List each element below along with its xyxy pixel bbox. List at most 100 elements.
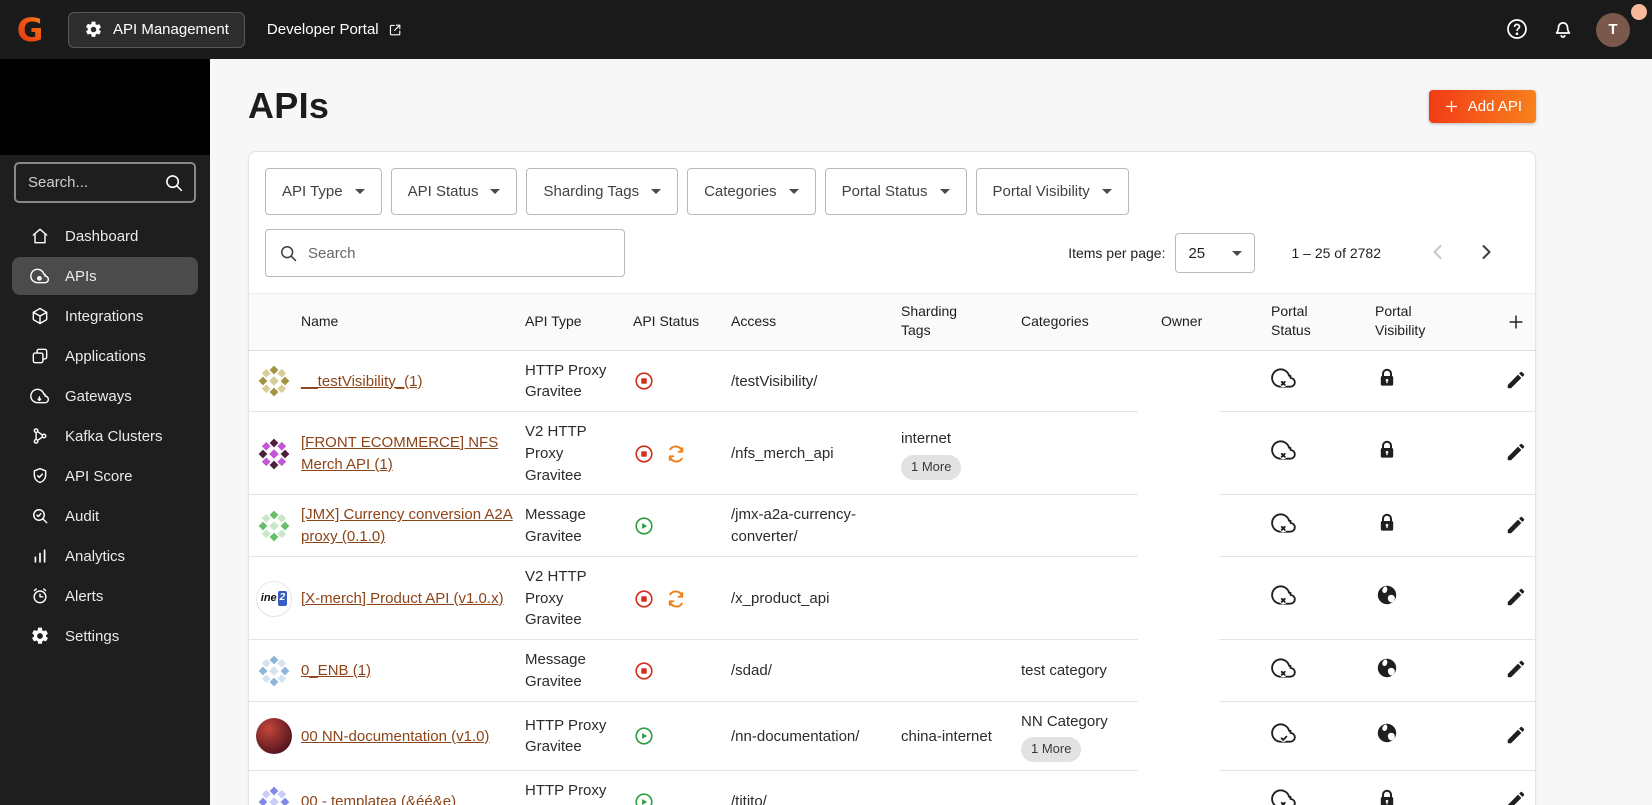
help-button[interactable] (1504, 17, 1530, 43)
api-name-link[interactable]: [JMX] Currency conversion A2A proxy (0.1… (301, 506, 513, 545)
user-avatar[interactable]: T (1596, 12, 1630, 47)
table-body: __testVisibility_(1) HTTP Proxy Gravitee/t… (249, 351, 1535, 805)
api-name-cell: 00 - templatea (&éé&e) (301, 791, 525, 805)
add-column-button[interactable] (1495, 312, 1537, 332)
sharding-tags-cell: internet 1 More (901, 428, 1021, 480)
filter-portal-visibility[interactable]: Portal Visibility (975, 168, 1129, 215)
edit-api-button[interactable] (1503, 722, 1529, 751)
avatar-cell (249, 363, 301, 400)
filter-categories[interactable]: Categories (687, 168, 816, 215)
api-name-link[interactable]: 0_ENB (1) (301, 662, 371, 679)
sidebar-item-api-score[interactable]: API Score (12, 457, 198, 495)
avatar-cell (249, 652, 301, 689)
sidebar-nav: Dashboard APIs Integrations Applications Gat… (0, 217, 210, 655)
sidebar-item-audit[interactable]: Audit (12, 497, 198, 535)
sidebar-logo-area (0, 59, 210, 155)
sidebar-item-analytics[interactable]: Analytics (12, 537, 198, 575)
edit-api-button[interactable] (1503, 584, 1529, 613)
items-per-page-select[interactable]: 25 (1175, 233, 1256, 273)
category-label: NN Category (1021, 712, 1108, 730)
api-name-link[interactable]: 00 - templatea (&éé&e) (301, 793, 456, 805)
api-avatar: ine 2 (256, 580, 292, 617)
api-status-cell (633, 791, 731, 805)
sidebar-item-label: Audit (65, 507, 100, 525)
topbar-actions: T (1504, 12, 1640, 47)
api-engine-label: Gravitee (525, 738, 582, 756)
page-title: APIs (248, 85, 330, 126)
api-avatar (256, 652, 292, 689)
column-header-api-status: API Status (633, 311, 731, 333)
access-path: /titito/ (731, 793, 767, 805)
api-name-link[interactable]: 00 NN-documentation (v1.0) (301, 728, 489, 745)
main-content: APIs Add API API Type API Status Sharding … (210, 59, 1652, 805)
access-cell: /x_product_api (731, 588, 901, 610)
column-header-label: Sharding Tags (901, 303, 958, 338)
api-name-link[interactable]: [FRONT ECOMMERCE] NFS Merch API (1) (301, 434, 498, 473)
table-toolbar: Items per page: 25 1 – 25 of 2782 (249, 215, 1535, 293)
bell-icon (1551, 17, 1575, 41)
sidebar-item-integrations[interactable]: Integrations (12, 297, 198, 335)
edit-api-button[interactable] (1503, 787, 1529, 805)
cloud-x-icon (1271, 365, 1297, 391)
api-management-button[interactable]: API Management (68, 11, 245, 48)
more-categories-chip[interactable]: 1 More (1021, 737, 1082, 763)
chevron-down-icon (1101, 189, 1112, 194)
filter-api-type[interactable]: API Type (265, 168, 382, 215)
sidebar-item-dashboard[interactable]: Dashboard (12, 217, 198, 255)
api-name-link[interactable]: [X-merch] Product API (v1.0.x) (301, 590, 504, 607)
portal-status-cell (1271, 655, 1375, 688)
pencil-icon (1505, 514, 1527, 536)
column-header-owner: Owner (1161, 311, 1271, 333)
avatar-cell (249, 783, 301, 805)
edit-cell (1495, 656, 1537, 685)
filter-portal-status[interactable]: Portal Status (824, 168, 967, 215)
edit-cell (1495, 722, 1537, 751)
portal-visibility-cell (1375, 366, 1495, 397)
column-header-sharding-tags: Sharding Tags (901, 302, 1021, 342)
edit-api-button[interactable] (1503, 512, 1529, 541)
column-header-label: Owner (1161, 312, 1203, 329)
access-path: /testVisibility/ (731, 372, 818, 390)
filter-label: Categories (704, 183, 777, 200)
api-status-cell (633, 443, 731, 465)
sidebar-item-gateways[interactable]: Gateways (12, 377, 198, 415)
table-search-input[interactable] (308, 244, 612, 262)
edit-cell (1495, 367, 1537, 396)
sidebar-item-applications[interactable]: Applications (12, 337, 198, 375)
search-icon (163, 172, 184, 193)
previous-page-button[interactable] (1425, 240, 1451, 266)
filter-label: Sharding Tags (543, 183, 640, 200)
sidebar-item-settings[interactable]: Settings (12, 617, 198, 655)
next-page-button[interactable] (1473, 240, 1499, 266)
api-name-link[interactable]: __testVisibility_(1) (301, 373, 422, 390)
notifications-button[interactable] (1550, 17, 1576, 43)
edit-api-button[interactable] (1503, 656, 1529, 685)
sidebar-item-alerts[interactable]: Alerts (12, 577, 198, 615)
plus-icon (1443, 98, 1460, 115)
api-status-cell (633, 588, 731, 610)
cloud-x-icon (1271, 786, 1297, 805)
sidebar-search-input[interactable] (28, 174, 163, 191)
filter-label: API Status (407, 183, 479, 200)
edit-api-button[interactable] (1503, 367, 1529, 396)
column-header-label: API Status (633, 312, 700, 329)
api-type-label: HTTP Proxy (525, 716, 607, 734)
api-engine-label: Gravitee (525, 672, 582, 690)
sidebar-item-apis[interactable]: APIs (12, 257, 198, 295)
sidebar-item-kafka-clusters[interactable]: Kafka Clusters (12, 417, 198, 455)
filter-api-status[interactable]: API Status (390, 168, 518, 215)
sidebar-item-label: Alerts (65, 587, 104, 605)
gravitee-logo-icon[interactable]: G (14, 12, 50, 48)
globe-icon (1375, 656, 1399, 680)
lock-icon (1375, 366, 1399, 390)
help-icon (1505, 17, 1529, 41)
developer-portal-link[interactable]: Developer Portal (267, 21, 403, 38)
add-api-button[interactable]: Add API (1428, 89, 1536, 123)
sidebar-item-label: Kafka Clusters (65, 427, 163, 445)
table-row: 0_ENB (1) Message Gravitee/sdad/test categ… (249, 640, 1535, 702)
api-name-cell: __testVisibility_(1) (301, 371, 525, 393)
filter-sharding-tags[interactable]: Sharding Tags (526, 168, 679, 215)
edit-api-button[interactable] (1503, 439, 1529, 468)
more-tags-chip[interactable]: 1 More (901, 454, 962, 480)
items-per-page-value: 25 (1188, 244, 1206, 262)
